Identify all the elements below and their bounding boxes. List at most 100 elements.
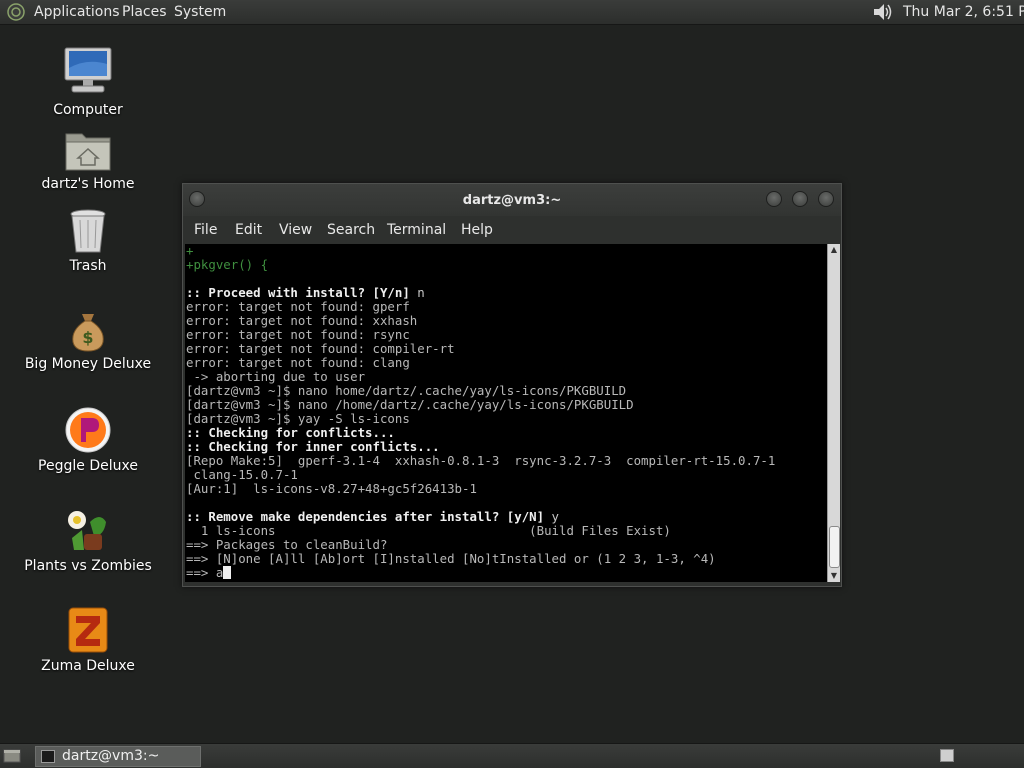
terminal-scrollbar[interactable]: ▲ ▼ — [827, 244, 840, 582]
desktop-icon-label: Trash — [69, 258, 107, 274]
computer-icon — [64, 47, 112, 93]
terminal-line-text: :: Checking for inner conflicts... — [186, 439, 440, 454]
trash-icon — [70, 209, 106, 253]
window-title: dartz@vm3:~ — [462, 193, 562, 208]
terminal-line-text: ==> [N]one [A]ll [Ab]ort [I]nstalled [No… — [186, 551, 716, 566]
terminal-line-text: [Repo Make:5] gperf-3.1-4 xxhash-0.8.1-3… — [186, 453, 776, 468]
terminal-line: ==> a — [186, 566, 775, 580]
speaker-icon[interactable] — [871, 2, 893, 22]
taskbar-terminal-button[interactable]: dartz@vm3:~ — [35, 746, 201, 767]
terminal-line-text: [dartz@vm3 ~]$ nano home/dartz/.cache/ya… — [186, 383, 627, 398]
menu-terminal[interactable]: Terminal — [387, 222, 446, 238]
menu-search[interactable]: Search — [327, 222, 375, 238]
terminal-line: error: target not found: compiler-rt — [186, 342, 775, 356]
show-desktop-icon[interactable] — [3, 749, 21, 763]
terminal-line: [dartz@vm3 ~]$ yay -S ls-icons — [186, 412, 775, 426]
terminal-line: :: Checking for conflicts... — [186, 426, 775, 440]
distro-logo-icon[interactable] — [7, 3, 25, 21]
menu-applications[interactable]: Applications — [34, 4, 120, 20]
maximize-button[interactable] — [792, 191, 808, 207]
scrollbar-thumb[interactable] — [829, 526, 840, 568]
desktop-icon-label: Zuma Deluxe — [41, 658, 135, 674]
desktop-icon-label: Plants vs Zombies — [24, 558, 152, 574]
svg-text:$: $ — [82, 328, 93, 347]
desktop-icon-home[interactable]: dartz's Home — [18, 128, 158, 192]
desktop-icon-plants-vs-zombies[interactable]: Plants vs Zombies — [18, 506, 158, 574]
workspace-switcher[interactable] — [940, 749, 954, 762]
desktop-icon-peggle[interactable]: Peggle Deluxe — [18, 406, 158, 474]
peggle-icon — [65, 407, 111, 453]
desktop-icon-label: dartz's Home — [41, 176, 135, 192]
plants-vs-zombies-icon — [68, 511, 106, 550]
terminal-answer: n — [417, 285, 425, 300]
terminal-line: clang-15.0.7-1 — [186, 468, 775, 482]
terminal-menubar: File Edit View Search Terminal Help — [183, 216, 841, 244]
desktop-icon-zuma[interactable]: Zuma Deluxe — [18, 606, 158, 674]
desktop-icon-computer[interactable]: Computer — [18, 46, 158, 118]
terminal-line: error: target not found: rsync — [186, 328, 775, 342]
terminal-line: [dartz@vm3 ~]$ nano home/dartz/.cache/ya… — [186, 384, 775, 398]
terminal-line-text: +pkgver() { — [186, 257, 269, 272]
menu-help[interactable]: Help — [461, 222, 493, 238]
terminal-line: error: target not found: clang — [186, 356, 775, 370]
menu-view[interactable]: View — [279, 222, 312, 238]
terminal-icon — [41, 750, 55, 763]
desktop-icon-label: Computer — [53, 102, 123, 118]
terminal-line-text: error: target not found: xxhash — [186, 313, 418, 328]
terminal-line: 1 ls-icons (Build Files Exist) — [186, 524, 775, 538]
desktop-icon-label: Peggle Deluxe — [38, 458, 138, 474]
terminal-line: [Repo Make:5] gperf-3.1-4 xxhash-0.8.1-3… — [186, 454, 775, 468]
terminal-line-text: -> aborting due to user — [186, 369, 366, 384]
terminal-line: :: Proceed with install? [Y/n] n — [186, 286, 775, 300]
bottom-panel: dartz@vm3:~ — [0, 743, 1024, 768]
desktop-icon-trash[interactable]: Trash — [18, 208, 158, 274]
menu-places[interactable]: Places — [122, 4, 167, 20]
terminal-line-text: error: target not found: clang — [186, 355, 410, 370]
minimize-button[interactable] — [766, 191, 782, 207]
terminal-line-text: ==> Packages to cleanBuild? — [186, 537, 388, 552]
terminal-line-text: [dartz@vm3 ~]$ nano /home/dartz/.cache/y… — [186, 397, 634, 412]
terminal-line-text: 1 ls-icons (Build Files Exist) — [186, 523, 671, 538]
money-bag-icon: $ — [72, 314, 104, 352]
terminal-line-text: :: Checking for conflicts... — [186, 425, 395, 440]
menu-edit[interactable]: Edit — [235, 222, 262, 238]
terminal-line-text: ==> a — [186, 565, 224, 580]
terminal-line: error: target not found: xxhash — [186, 314, 775, 328]
close-button[interactable] — [818, 191, 834, 207]
menu-system[interactable]: System — [174, 4, 226, 20]
terminal-line: error: target not found: gperf — [186, 300, 775, 314]
top-panel: Applications Places System Thu Mar 2, 6:… — [0, 0, 1024, 25]
desktop-icon-label: Big Money Deluxe — [24, 356, 152, 372]
desktop-screen: Applications Places System Thu Mar 2, 6:… — [0, 0, 1024, 768]
terminal-line-text: clang-15.0.7-1 — [186, 467, 298, 482]
terminal-line-text: error: target not found: compiler-rt — [186, 341, 455, 356]
terminal-line: -> aborting due to user — [186, 370, 775, 384]
terminal-line: [Aur:1] ls-icons-v8.27+48+gc5f26413b-1 — [186, 482, 775, 496]
terminal-line-text: :: Remove make dependencies after instal… — [186, 509, 552, 524]
terminal-line: + — [186, 244, 775, 258]
window-titlebar[interactable]: dartz@vm3:~ — [183, 184, 841, 216]
taskbar-label: dartz@vm3:~ — [62, 748, 160, 764]
desktop-icon-big-money[interactable]: $ Big Money Deluxe — [18, 310, 158, 372]
terminal-line-text: error: target not found: gperf — [186, 299, 410, 314]
zuma-icon — [68, 607, 108, 653]
terminal-output[interactable]: + +pkgver() {:: Proceed with install? [Y/… — [185, 244, 827, 582]
terminal-line: ==> Packages to cleanBuild? — [186, 538, 775, 552]
terminal-line: :: Checking for inner conflicts... — [186, 440, 775, 454]
terminal-line: ==> [N]one [A]ll [Ab]ort [I]nstalled [No… — [186, 552, 775, 566]
terminal-line-text: [dartz@vm3 ~]$ yay -S ls-icons — [186, 411, 410, 426]
clock[interactable]: Thu Mar 2, 6:51 PM — [903, 4, 1024, 20]
home-folder-icon — [65, 133, 111, 171]
terminal-line: :: Remove make dependencies after instal… — [186, 510, 775, 524]
terminal-window[interactable]: dartz@vm3:~ File Edit View Search Termin… — [182, 183, 842, 587]
terminal-line: [dartz@vm3 ~]$ nano /home/dartz/.cache/y… — [186, 398, 775, 412]
terminal-cursor — [223, 566, 232, 579]
terminal-answer: y — [551, 509, 559, 524]
terminal-line-text: [Aur:1] ls-icons-v8.27+48+gc5f26413b-1 — [186, 481, 477, 496]
scroll-up-arrow-icon[interactable]: ▲ — [828, 244, 840, 256]
scroll-down-arrow-icon[interactable]: ▼ — [828, 570, 840, 582]
menu-file[interactable]: File — [194, 222, 217, 238]
terminal-line-text: error: target not found: rsync — [186, 327, 410, 342]
